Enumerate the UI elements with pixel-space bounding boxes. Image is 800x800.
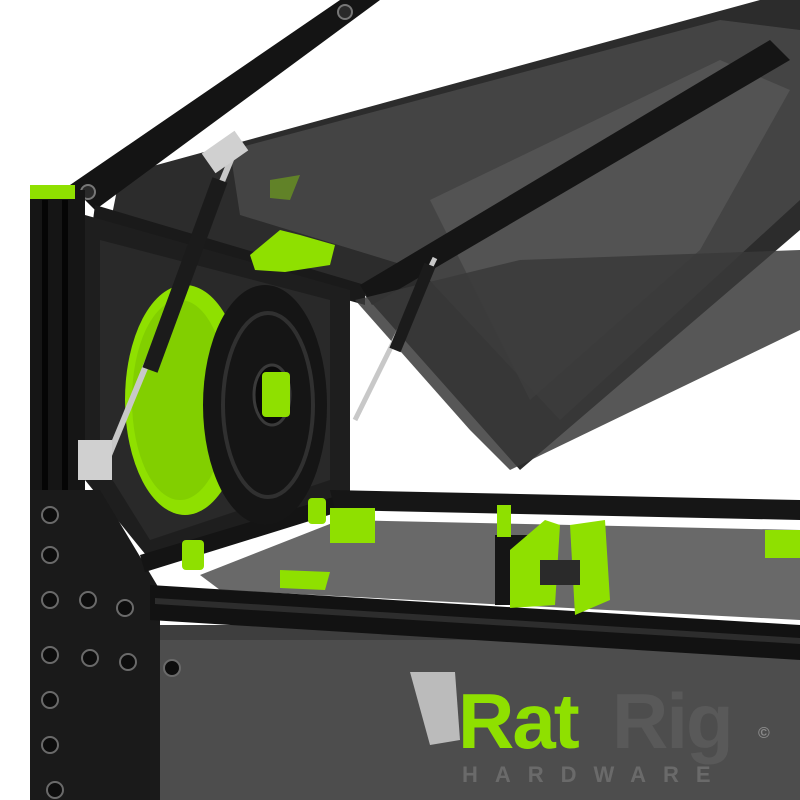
mount-block [308,498,326,524]
filament-spool-icon [125,285,327,525]
front-corner-part [765,530,800,558]
printer-render: Rat Rig © HARDWARE [0,0,800,800]
bolt [79,591,97,609]
bolt [41,591,59,609]
logo-brand-part1: Rat [458,677,580,765]
bolt [81,649,99,667]
bolt [41,691,59,709]
lid-screw [337,4,353,20]
logo-brand-part2: Rig [612,677,732,765]
bolt [119,653,137,671]
spool-holder-green [262,372,290,417]
logo-copyright: © [758,725,770,742]
bolt [41,506,59,524]
bolt [41,646,59,664]
bolt [41,736,59,754]
belt-tensioner [280,570,330,590]
strut-mount-left-bottom [78,440,112,480]
bolt [163,659,181,677]
corner-block [330,508,375,543]
bolt [41,546,59,564]
logo-subtitle: HARDWARE [462,762,728,787]
bolt [46,781,64,799]
bolt [116,599,134,617]
corner-cap-green [30,185,75,199]
toolhead-carriage [540,560,580,585]
toolhead-spring [497,505,511,537]
mount-block [182,540,204,570]
